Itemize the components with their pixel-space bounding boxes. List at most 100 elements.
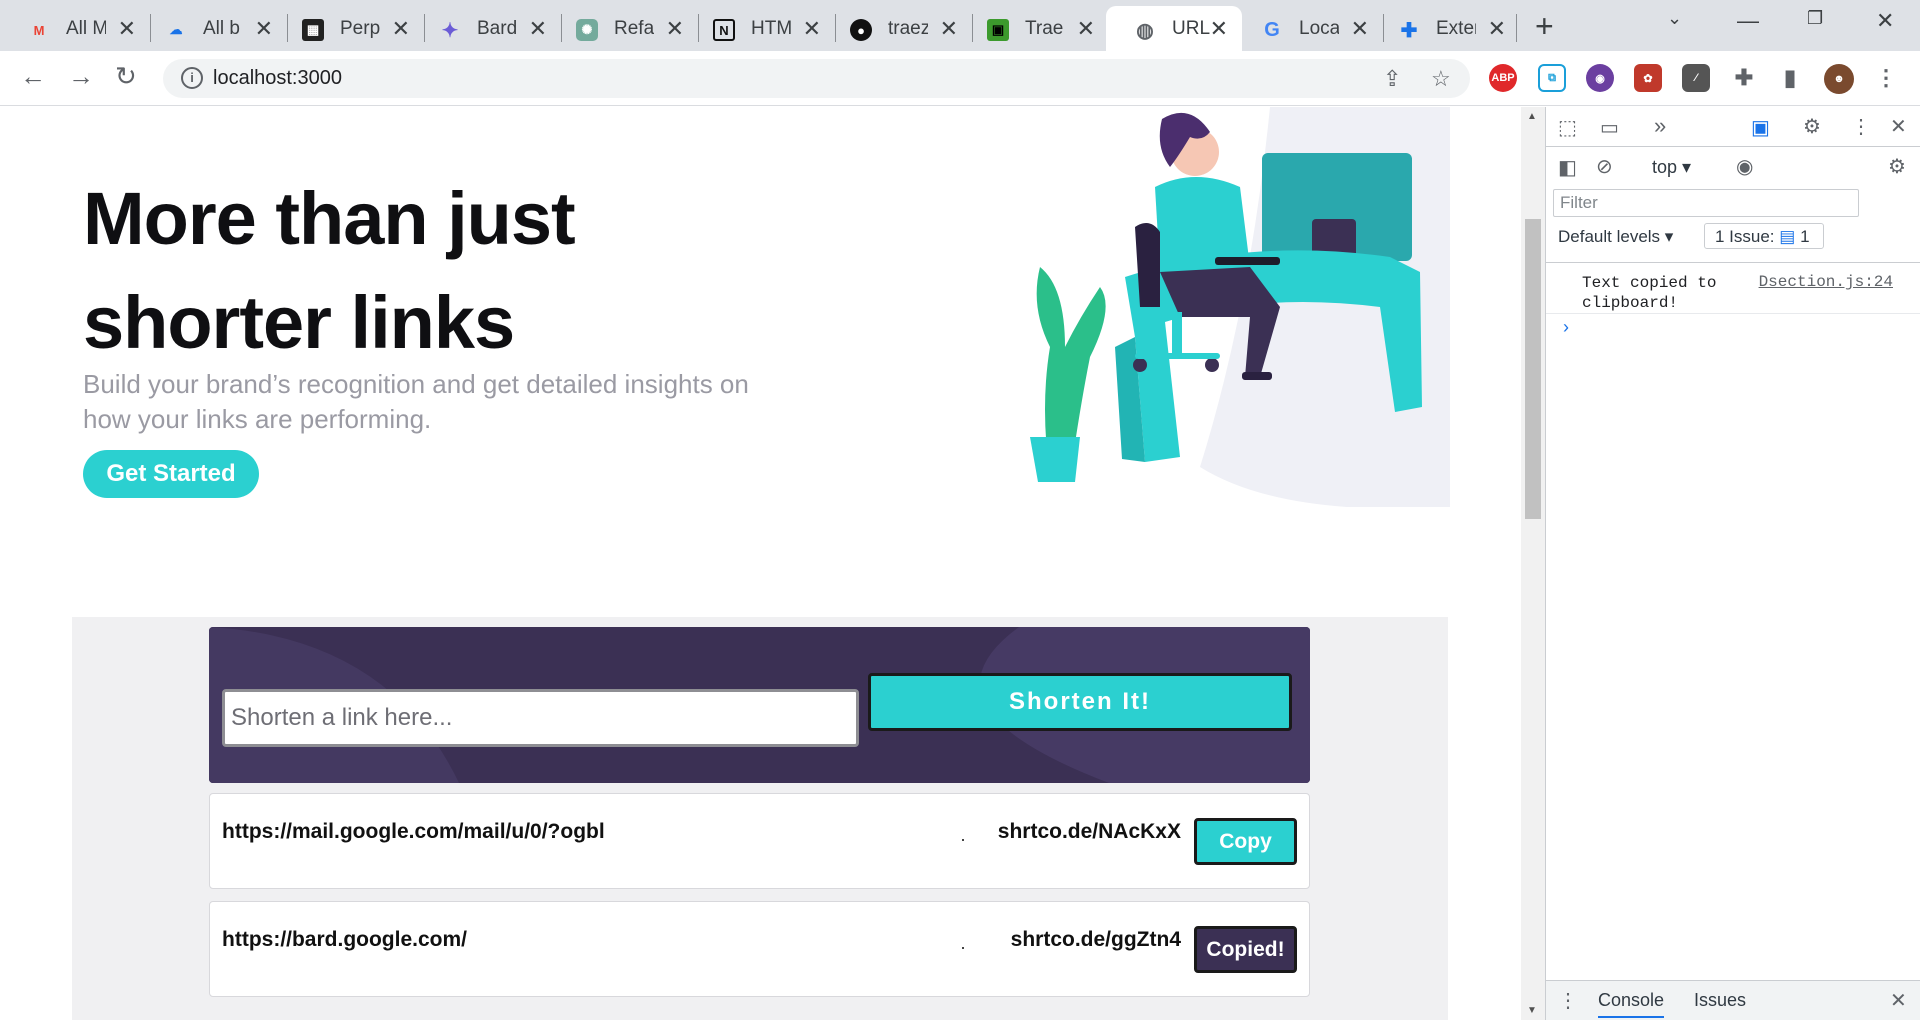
console-filter-input[interactable]: Filter [1553,189,1859,217]
devtools-close-icon[interactable]: ✕ [1890,114,1907,139]
devtools-panel: ⬚ ▭ » ▣ ⚙ ⋮ ✕ ◧ ⊘ top ▾ ◉ ⚙ Filter Defau… [1545,107,1920,1020]
github-icon: ● [850,19,872,41]
tab-trae[interactable]: ▣ Trae ✕ [959,6,1109,51]
device-toolbar-icon[interactable]: ▭ [1600,115,1619,140]
tab-url-shortener[interactable]: ◍ URL ✕ [1106,6,1242,51]
gmail-icon: M [33,22,45,38]
console-prompt-icon[interactable]: › [1563,317,1569,338]
devtools-settings-icon[interactable]: ⚙ [1803,114,1821,139]
link-input[interactable] [222,689,859,747]
close-icon[interactable]: ✕ [803,16,821,42]
clear-console-icon[interactable]: ⊘ [1596,154,1613,179]
page-scrollbar[interactable]: ▲ ▼ [1521,107,1545,1020]
tab-notion[interactable]: N HTM ✕ [685,6,835,51]
hero-subtitle: Build your brand’s recognition and get d… [83,369,749,434]
side-panel-icon[interactable]: ▮ [1776,64,1804,92]
color-picker-icon[interactable]: ◉ [1586,64,1614,92]
bard-icon: ✦ [441,19,459,42]
live-expression-icon[interactable]: ◉ [1736,154,1753,179]
restore-icon[interactable]: ❐ [1807,8,1823,29]
close-icon[interactable]: ✕ [1210,16,1228,42]
drawer-menu-icon[interactable]: ⋮ [1558,988,1578,1013]
tab-perplexity[interactable]: ▦ Perpl ✕ [274,6,424,51]
result-row: https://mail.google.com/mail/u/0/?ogbl s… [209,793,1310,889]
globe-icon: ◍ [1136,19,1154,42]
close-icon[interactable]: ✕ [940,16,958,42]
console-source-link[interactable]: Dsection.js:24 [1759,273,1893,291]
tab-onedrive[interactable]: ☁ All b ✕ [137,6,287,51]
profile-avatar[interactable]: ☻ [1824,64,1854,94]
scroll-down-icon[interactable]: ▼ [1527,1005,1537,1016]
pixel-icon: ▣ [987,19,1009,41]
close-icon[interactable]: ✕ [1351,16,1369,42]
devtools-drawer-tabs: ⋮ Console Issues ✕ [1546,980,1920,1020]
close-icon[interactable]: ✕ [118,16,136,42]
tab-strip: M All M ✕ ☁ All b ✕ ▦ Perpl ✕ ✦ Bard ✕ ✺… [0,0,1920,51]
new-tab-icon[interactable]: + [1535,8,1554,45]
shorten-button[interactable]: Shorten It! [868,673,1292,731]
close-icon[interactable]: ✕ [1077,16,1095,42]
screenshot-extension-icon[interactable]: ⧉ [1538,64,1566,92]
window-close-icon[interactable]: ✕ [1876,8,1894,34]
notion-icon: N [713,19,735,41]
scrollbar-thumb[interactable] [1525,219,1541,519]
browser-toolbar: ← → ↻ i localhost:3000 ⇪ ☆ [0,51,1920,106]
sidebar-toggle-icon[interactable]: ◧ [1558,155,1577,180]
tab-github[interactable]: ● traez ✕ [822,6,972,51]
copy-button[interactable]: Copy [1194,818,1297,865]
tab-chatgpt[interactable]: ✺ Refac ✕ [548,6,698,51]
close-icon[interactable]: ✕ [666,16,684,42]
tab-google[interactable]: G Local ✕ [1233,6,1383,51]
close-icon[interactable]: ✕ [1488,16,1506,42]
tab-console[interactable]: Console [1598,990,1665,1018]
close-icon[interactable]: ✕ [529,16,547,42]
shortener-section: Shorten It! https://mail.google.com/mail… [72,617,1448,1020]
tab-gmail[interactable]: M All M ✕ [0,6,150,51]
extensions-puzzle-icon[interactable]: ✚ [1730,64,1758,92]
tab-extensions[interactable]: ✚ Exter ✕ [1370,6,1520,51]
close-icon[interactable]: ✕ [392,16,410,42]
short-link[interactable]: shrtco.de/NAcKxX [998,820,1181,844]
original-link: https://bard.google.com/ [222,928,467,951]
close-icon[interactable]: ✕ [255,16,273,42]
issues-counter-button[interactable]: 1 Issue: ▤ 1 [1704,223,1824,249]
bookmark-star-icon[interactable]: ☆ [1431,66,1451,92]
hero-title: More than just shorter links [83,177,576,364]
more-panels-icon[interactable]: » [1654,113,1666,139]
share-icon[interactable]: ⇪ [1383,66,1401,92]
get-started-button[interactable]: Get Started [83,450,259,498]
copied-button[interactable]: Copied! [1194,926,1297,973]
shortener-form: Shorten It! [209,627,1310,783]
minimize-icon[interactable]: — [1737,8,1759,34]
google-icon: G [1264,18,1280,41]
chatgpt-icon: ✺ [576,19,598,41]
scroll-up-icon[interactable]: ▲ [1527,111,1537,122]
short-link[interactable]: shrtco.de/ggZtn4 [1011,928,1181,952]
site-info-icon[interactable]: i [181,67,203,89]
context-selector[interactable]: top ▾ [1652,157,1691,178]
dropper-icon[interactable]: ⁄ [1682,64,1710,92]
log-levels-dropdown[interactable]: Default levels ▾ [1558,227,1673,247]
url-text: localhost:3000 [213,67,342,89]
forward-icon[interactable]: → [68,61,94,92]
original-link: https://mail.google.com/mail/u/0/?ogbl [222,820,605,843]
tab-bard[interactable]: ✦ Bard ✕ [411,6,561,51]
console-settings-icon[interactable]: ⚙ [1888,154,1906,179]
devtools-menu-icon[interactable]: ⋮ [1851,114,1871,139]
page-viewport: More than just shorter links Build your … [0,107,1521,1020]
adblock-icon[interactable]: ABP [1489,64,1517,92]
back-icon[interactable]: ← [20,61,46,92]
console-message-text: Text copied to clipboard! [1582,274,1717,312]
chrome-menu-icon[interactable]: ⋮ [1872,64,1900,92]
console-message: Text copied to clipboard! Dsection.js:24 [1546,262,1920,314]
perplexity-icon: ▦ [302,19,324,41]
drawer-close-icon[interactable]: ✕ [1890,988,1907,1013]
address-bar[interactable]: i localhost:3000 ⇪ ☆ [163,59,1470,98]
pixel-extension-icon[interactable]: ✿ [1634,64,1662,92]
inspect-element-icon[interactable]: ⬚ [1558,115,1577,140]
tab-issues[interactable]: Issues [1694,990,1746,1011]
tab-search-icon[interactable]: ⌄ [1667,8,1682,29]
issue-message-icon: ▤ [1779,227,1796,246]
issues-message-icon[interactable]: ▣ [1751,115,1770,140]
reload-icon[interactable]: ↻ [115,61,137,92]
